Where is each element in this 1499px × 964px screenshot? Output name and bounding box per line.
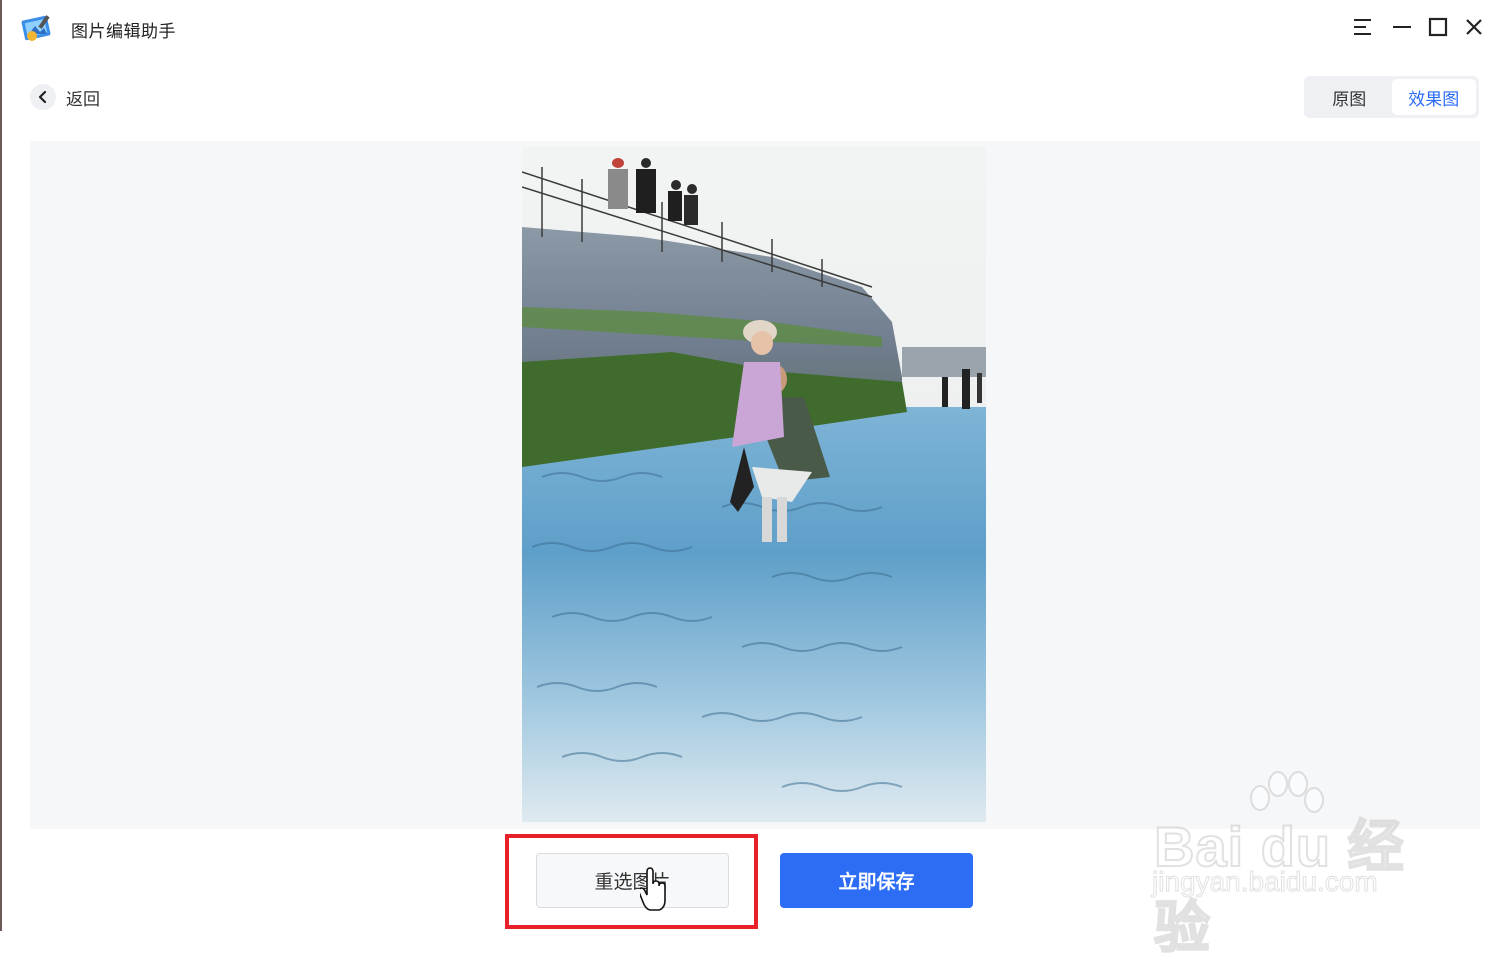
minimize-icon[interactable] xyxy=(1389,14,1415,40)
save-now-button[interactable]: 立即保存 xyxy=(780,853,973,908)
tab-result[interactable]: 效果图 xyxy=(1391,79,1476,115)
menu-icon[interactable] xyxy=(1350,14,1376,40)
back-button[interactable]: 返回 xyxy=(30,83,100,111)
hand-cursor-icon xyxy=(640,867,666,911)
app-window: 图片编辑助手 返回 原图 效果图 重选图片 立即保存 Bai du 经验 jin… xyxy=(0,0,1499,960)
view-toggle: 原图 效果图 xyxy=(1304,76,1479,118)
title-bar: 图片编辑助手 xyxy=(2,0,1499,56)
highlight-annotation xyxy=(505,834,758,929)
baidu-watermark: Bai du 经验 jingyan.baidu.com xyxy=(1150,770,1430,960)
preview-image xyxy=(522,147,986,822)
close-icon[interactable] xyxy=(1461,14,1487,40)
chevron-left-icon xyxy=(30,84,56,110)
tab-original[interactable]: 原图 xyxy=(1307,79,1392,115)
watermark-url: jingyan.baidu.com xyxy=(1152,866,1379,898)
back-label: 返回 xyxy=(66,89,100,110)
maximize-icon[interactable] xyxy=(1425,14,1451,40)
app-logo-icon xyxy=(21,15,51,41)
preview-area xyxy=(30,141,1480,829)
app-title: 图片编辑助手 xyxy=(71,22,176,42)
